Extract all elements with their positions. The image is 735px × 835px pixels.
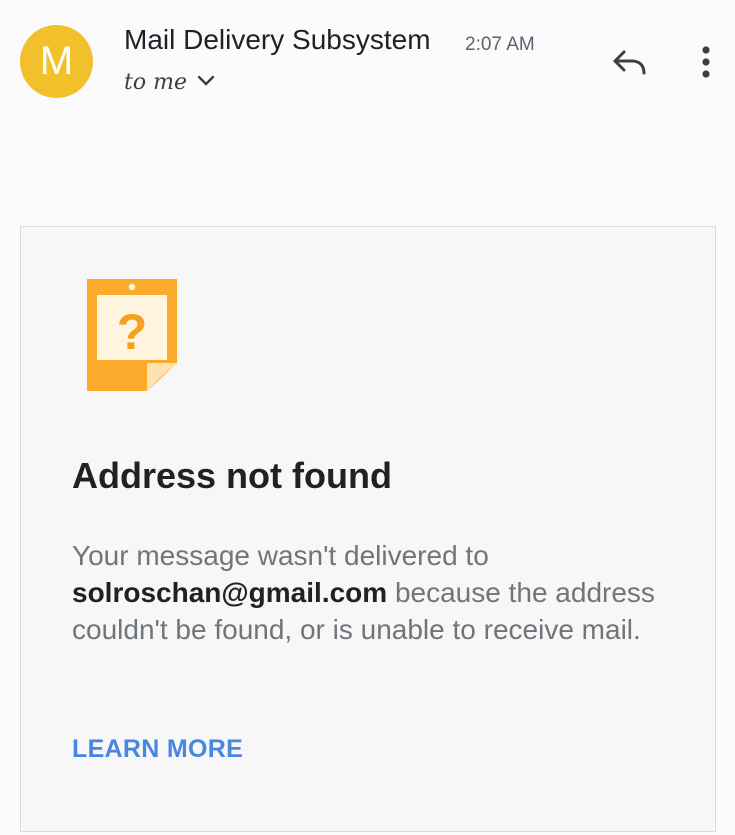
recipient-email: solroschan@gmail.com [72, 577, 388, 608]
bounce-card: ? Address not found Your message wasn't … [20, 226, 716, 832]
sender-name: Mail Delivery Subsystem [124, 24, 431, 55]
learn-more-link[interactable]: LEARN MORE [72, 735, 243, 764]
more-options-button[interactable] [684, 40, 728, 84]
recipient-label: to me [124, 70, 187, 95]
body-text-before: Your message wasn't delivered to [72, 540, 489, 571]
reply-button[interactable] [606, 40, 650, 84]
avatar[interactable]: M [20, 25, 93, 98]
svg-text:?: ? [117, 304, 148, 360]
avatar-letter: M [39, 39, 74, 83]
more-vert-icon [684, 46, 728, 88]
recipient-toggle[interactable]: to me [124, 70, 215, 95]
message-body: Your message wasn't delivered to solrosc… [72, 537, 672, 648]
message-title: Address not found [72, 455, 392, 496]
question-note-icon: ? [87, 279, 179, 398]
chevron-down-icon [197, 74, 215, 92]
message-time: 2:07 AM [465, 34, 535, 55]
reply-icon [606, 50, 650, 88]
